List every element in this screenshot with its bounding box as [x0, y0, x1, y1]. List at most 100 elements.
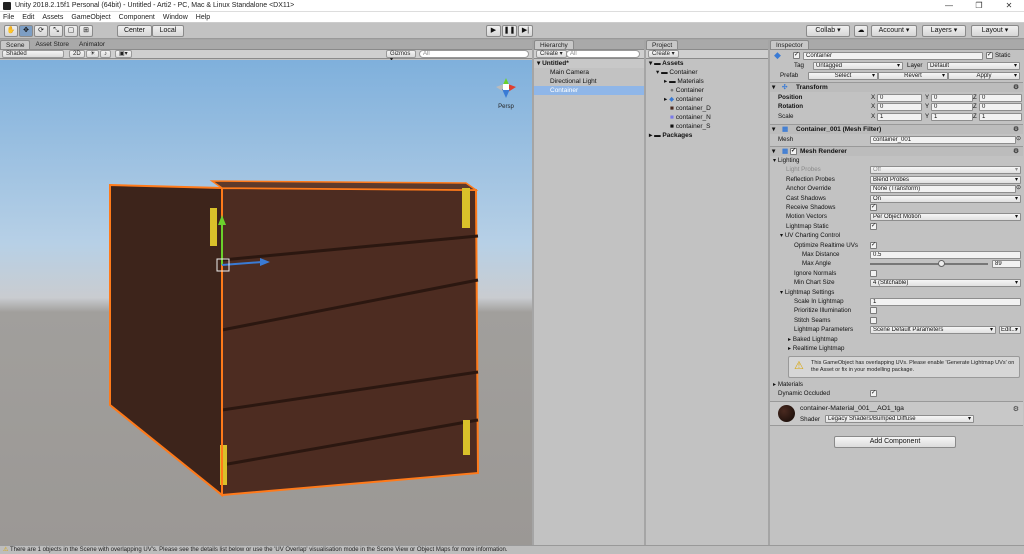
lightmap-params-edit-button[interactable]: Edit...: [999, 326, 1021, 335]
project-create-button[interactable]: Create ▾: [648, 50, 679, 58]
min-chart-dropdown[interactable]: 4 (Stitchable): [870, 279, 1021, 288]
stitch-seams-checkbox[interactable]: [870, 316, 877, 324]
scale-tool-button[interactable]: ⤡: [49, 25, 63, 37]
materials-foldout[interactable]: ▸ Materials: [770, 380, 1023, 389]
minimize-button[interactable]: —: [934, 0, 964, 12]
orientation-gizmo[interactable]: Persp: [490, 72, 522, 110]
menu-gameobject[interactable]: GameObject: [71, 14, 110, 21]
meshfilter-header[interactable]: ▾ ▦ Container_001 (Mesh Filter) ⚙: [770, 124, 1023, 134]
layout-button[interactable]: Layout ▾: [971, 25, 1019, 37]
max-angle-field[interactable]: 89: [992, 260, 1021, 269]
optimize-uvs-checkbox[interactable]: ✓: [870, 241, 877, 249]
tab-animator[interactable]: Animator: [74, 40, 110, 49]
lightmap-static-checkbox[interactable]: ✓: [870, 222, 877, 230]
slider-thumb[interactable]: [937, 260, 945, 268]
transform-header[interactable]: ▾ ✣ Transform ⚙: [770, 82, 1023, 92]
rotation-y-field[interactable]: 0: [931, 103, 973, 112]
close-button[interactable]: ✕: [994, 0, 1024, 12]
rotate-tool-button[interactable]: ⟳: [34, 25, 48, 37]
add-component-button[interactable]: Add Component: [834, 436, 956, 448]
tab-project[interactable]: Project: [646, 40, 679, 49]
active-checkbox[interactable]: ✓: [793, 52, 800, 59]
rect-tool-button[interactable]: ▢: [64, 25, 78, 37]
scene-viewport[interactable]: Persp: [0, 60, 532, 545]
play-button[interactable]: ▶: [486, 25, 501, 37]
scale-y-field[interactable]: 1: [931, 112, 973, 121]
pause-button[interactable]: ❚❚: [502, 25, 517, 37]
rotation-z-field[interactable]: 0: [979, 103, 1022, 112]
lightmap-settings-foldout[interactable]: ▾ Lightmap Settings: [770, 288, 1023, 297]
scale-x-field[interactable]: 1: [877, 112, 922, 121]
menu-window[interactable]: Window: [163, 14, 188, 21]
max-angle-slider[interactable]: [870, 260, 988, 268]
tag-dropdown[interactable]: Untagged: [813, 62, 903, 70]
move-tool-button[interactable]: ✥: [19, 25, 33, 37]
audio-toggle[interactable]: ♪: [100, 50, 111, 58]
prefab-select-button[interactable]: Select: [808, 72, 878, 80]
cloud-button[interactable]: ☁: [854, 25, 868, 37]
menu-assets[interactable]: Assets: [42, 14, 63, 21]
ignore-normals-checkbox[interactable]: [870, 269, 877, 277]
hierarchy-search-input[interactable]: All: [566, 50, 640, 58]
project-item-container-d[interactable]: ■ container_D: [646, 104, 768, 113]
hierarchy-item-container[interactable]: Container: [534, 86, 644, 95]
gameobject-name-field[interactable]: Container: [803, 52, 983, 60]
scene-search-input[interactable]: All: [419, 50, 529, 58]
object-picker-icon[interactable]: ⊙: [1016, 184, 1021, 193]
hand-tool-button[interactable]: ✋: [4, 25, 18, 37]
maximize-button[interactable]: ❐: [964, 0, 994, 12]
static-checkbox[interactable]: ✓: [986, 52, 993, 59]
reflection-probes-dropdown[interactable]: Blend Probes: [870, 175, 1021, 184]
meshrenderer-enabled-checkbox[interactable]: ✓: [790, 148, 797, 155]
project-item-materials[interactable]: ▸ ▬ Materials: [646, 77, 768, 86]
transform-tool-button[interactable]: ⊞: [79, 25, 93, 37]
gear-icon[interactable]: ⚙: [1013, 405, 1019, 413]
container-model[interactable]: [0, 60, 532, 545]
menu-help[interactable]: Help: [196, 14, 210, 21]
project-assets-folder[interactable]: ▾ ▬ Assets: [646, 59, 768, 68]
realtime-lightmap-foldout[interactable]: ▸ Realtime Lightmap: [770, 344, 1023, 353]
position-x-field[interactable]: 0: [877, 94, 922, 102]
shader-dropdown[interactable]: Legacy Shaders/Bumped Diffuse: [825, 415, 974, 423]
gizmos-dropdown[interactable]: Gizmos ▾: [386, 50, 416, 63]
hierarchy-item-directional-light[interactable]: Directional Light: [534, 77, 644, 86]
project-item-container-model[interactable]: ▸ ◆ container: [646, 95, 768, 104]
menu-component[interactable]: Component: [119, 14, 155, 21]
2d-toggle[interactable]: 2D: [69, 50, 85, 58]
effects-dropdown[interactable]: ▣▾: [115, 50, 132, 58]
gear-icon[interactable]: ⚙: [1013, 147, 1019, 156]
mesh-field[interactable]: container_001: [870, 136, 1016, 144]
pivot-center-button[interactable]: Center: [117, 25, 152, 37]
pivot-local-button[interactable]: Local: [152, 25, 184, 37]
hierarchy-create-button[interactable]: Create ▾: [536, 50, 567, 58]
menu-edit[interactable]: Edit: [22, 14, 34, 21]
tab-hierarchy[interactable]: Hierarchy: [534, 40, 574, 49]
lighting-foldout[interactable]: ▾ Lighting: [770, 156, 1023, 165]
receive-shadows-checkbox[interactable]: ✓: [870, 204, 877, 211]
menu-file[interactable]: File: [3, 14, 14, 21]
lighting-toggle[interactable]: ☀: [86, 50, 100, 58]
project-item-container-n[interactable]: ■ container_N: [646, 113, 768, 122]
gear-icon[interactable]: ⚙: [1013, 125, 1019, 134]
lightmap-params-dropdown[interactable]: Scene Default Parameters: [870, 326, 996, 335]
object-picker-icon[interactable]: ⊙: [1016, 135, 1021, 144]
shading-mode-dropdown[interactable]: Shaded: [2, 50, 64, 58]
position-y-field[interactable]: 0: [931, 94, 973, 102]
status-bar[interactable]: ⚠ There are 1 objects in the Scene with …: [0, 545, 1024, 554]
material-header[interactable]: container-Material_001__AO1_tga Shader L…: [770, 401, 1023, 426]
baked-lightmap-foldout[interactable]: ▸ Baked Lightmap: [770, 335, 1023, 344]
project-item-container-s[interactable]: ■ container_S: [646, 122, 768, 131]
position-z-field[interactable]: 0: [979, 94, 1022, 102]
prefab-apply-button[interactable]: Apply: [948, 72, 1020, 80]
step-button[interactable]: ▶|: [518, 25, 533, 37]
layers-button[interactable]: Layers ▾: [922, 25, 966, 37]
project-item-container-material[interactable]: ● Container: [646, 86, 768, 95]
dynamic-occluded-checkbox[interactable]: ✓: [870, 390, 877, 398]
max-distance-field[interactable]: 0.5: [870, 251, 1021, 259]
prefab-revert-button[interactable]: Revert: [878, 72, 948, 80]
scale-z-field[interactable]: 1: [979, 112, 1022, 121]
scale-lightmap-field[interactable]: 1: [870, 298, 1021, 306]
uv-charting-foldout[interactable]: ▾ UV Charting Control: [770, 231, 1023, 240]
cast-shadows-dropdown[interactable]: On: [870, 194, 1021, 203]
prioritize-checkbox[interactable]: [870, 307, 877, 315]
